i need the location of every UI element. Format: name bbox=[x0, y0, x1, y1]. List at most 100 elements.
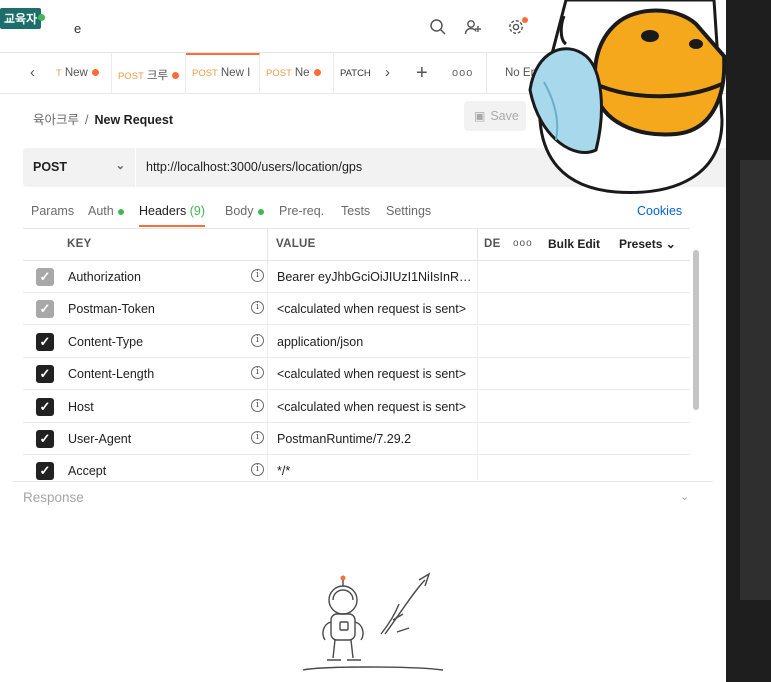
tab-new-1[interactable]: T New bbox=[50, 53, 112, 94]
enable-header-checkbox[interactable]: ✓ bbox=[36, 300, 54, 319]
header-key[interactable]: Postman-Token bbox=[68, 302, 155, 316]
column-divider bbox=[477, 229, 478, 261]
status-dot bbox=[117, 208, 124, 215]
table-header: KEY VALUE DES ooo Bulk Edit Presets ⌄ bbox=[23, 229, 690, 261]
header-key[interactable]: Content-Type bbox=[68, 335, 143, 349]
collapse-chevron-icon[interactable]: ⌄ bbox=[680, 490, 689, 503]
table-scrollbar[interactable] bbox=[693, 250, 699, 410]
more-tabs-icon[interactable]: ooo bbox=[452, 67, 473, 79]
header-value[interactable]: */* bbox=[277, 464, 473, 478]
presets-dropdown[interactable]: Presets ⌄ bbox=[619, 237, 676, 251]
breadcrumb: 육아크루 / New Request bbox=[33, 109, 173, 128]
tab-scroll-right-icon[interactable]: › bbox=[385, 64, 390, 81]
method-value: POST bbox=[33, 160, 68, 174]
tab-scroll-left-icon[interactable]: ‹ bbox=[30, 64, 35, 81]
header-key[interactable]: Host bbox=[68, 400, 94, 414]
breadcrumb-current-request[interactable]: New Request bbox=[95, 113, 174, 127]
header-value[interactable]: <calculated when request is sent> bbox=[277, 302, 473, 316]
unsaved-dot bbox=[313, 69, 321, 77]
column-divider bbox=[267, 261, 268, 293]
table-options-icon[interactable]: ooo bbox=[513, 238, 533, 249]
header-value[interactable]: <calculated when request is sent> bbox=[277, 400, 473, 414]
method-dropdown[interactable]: POST ⌄ bbox=[23, 148, 135, 187]
enable-header-checkbox[interactable]: ✓ bbox=[36, 397, 54, 416]
header-value[interactable]: Bearer eyJhbGciOiJIUzI1NiIsInR5... bbox=[277, 270, 473, 284]
tab-new-3[interactable]: POST Ne bbox=[260, 53, 334, 94]
table-row: ✓ Host i <calculated when request is sent> bbox=[23, 390, 690, 423]
tab-title: New bbox=[64, 67, 88, 79]
header-value[interactable]: PostmanRuntime/7.29.2 bbox=[277, 432, 473, 446]
tab-body[interactable]: Body bbox=[225, 204, 264, 218]
info-icon[interactable]: i bbox=[251, 301, 264, 315]
column-divider bbox=[267, 390, 268, 423]
enable-header-checkbox[interactable]: ✓ bbox=[36, 462, 54, 480]
enable-header-checkbox[interactable]: ✓ bbox=[36, 268, 54, 286]
info-icon[interactable]: i bbox=[251, 333, 264, 347]
tab-patch[interactable]: PATCH bbox=[334, 53, 378, 94]
header-key[interactable]: Content-Length bbox=[68, 367, 154, 381]
settings-icon[interactable] bbox=[506, 17, 528, 38]
tab-title: New I bbox=[220, 67, 251, 79]
column-value: VALUE bbox=[276, 238, 316, 250]
tab-tests[interactable]: Tests bbox=[341, 204, 370, 218]
info-icon[interactable]: i bbox=[251, 463, 264, 477]
add-user-icon[interactable] bbox=[463, 18, 483, 38]
column-divider bbox=[477, 455, 478, 480]
column-divider bbox=[267, 455, 268, 480]
tab-headers[interactable]: Headers (9) bbox=[139, 204, 206, 227]
tab-method: T bbox=[56, 68, 62, 79]
new-tab-plus-icon[interactable]: + bbox=[416, 62, 428, 85]
column-key: KEY bbox=[67, 238, 92, 250]
tab-headers-label: Headers bbox=[139, 204, 187, 218]
header-key[interactable]: Accept bbox=[68, 464, 106, 478]
tab-auth[interactable]: Auth bbox=[88, 204, 124, 218]
column-divider bbox=[477, 390, 478, 423]
column-divider bbox=[477, 293, 478, 326]
tab-title: Ne bbox=[294, 67, 310, 79]
breadcrumb-collection[interactable]: 육아크루 bbox=[33, 113, 79, 127]
search-icon[interactable] bbox=[428, 18, 448, 38]
column-description: DES bbox=[484, 238, 500, 250]
educator-badge: 교육자 bbox=[0, 8, 42, 29]
tab-pre-request[interactable]: Pre-req. bbox=[279, 204, 324, 218]
response-title: Response bbox=[23, 490, 84, 505]
info-icon[interactable]: i bbox=[251, 431, 264, 444]
unsaved-dot bbox=[172, 72, 180, 80]
header-value[interactable]: application/json bbox=[277, 335, 473, 349]
save-disk-icon: ▣ bbox=[474, 109, 486, 123]
table-row: ✓ Postman-Token i <calculated when request … bbox=[23, 293, 690, 326]
save-label: Save bbox=[490, 109, 519, 123]
side-panel-card bbox=[740, 160, 771, 600]
cookies-link[interactable]: Cookies bbox=[637, 204, 682, 218]
unsaved-dot bbox=[91, 69, 99, 77]
enable-header-checkbox[interactable]: ✓ bbox=[36, 332, 54, 351]
table-row: ✓ Content-Length i <calculated when request… bbox=[23, 358, 690, 391]
info-icon[interactable]: i bbox=[251, 398, 264, 412]
enable-header-checkbox[interactable]: ✓ bbox=[36, 430, 54, 448]
side-panel-background bbox=[726, 0, 771, 682]
header-key[interactable]: Authorization bbox=[68, 270, 141, 284]
astronaut-illustration bbox=[291, 570, 451, 682]
tab-params[interactable]: Params bbox=[31, 204, 74, 218]
column-divider bbox=[267, 325, 268, 358]
chevron-down-icon: ⌄ bbox=[115, 160, 125, 172]
column-divider bbox=[267, 229, 268, 261]
info-icon[interactable]: i bbox=[251, 269, 264, 282]
save-button[interactable]: ▣ Save bbox=[464, 101, 526, 131]
header-value[interactable]: <calculated when request is sent> bbox=[277, 367, 473, 381]
tab-method: POST bbox=[266, 68, 292, 79]
enable-header-checkbox[interactable]: ✓ bbox=[36, 365, 54, 384]
status-dot bbox=[257, 208, 264, 215]
column-divider bbox=[477, 261, 478, 293]
table-row: ✓ Content-Type i application/json bbox=[23, 325, 690, 358]
column-divider bbox=[267, 423, 268, 455]
header-key[interactable]: User-Agent bbox=[68, 432, 131, 446]
headers-table: KEY VALUE DES ooo Bulk Edit Presets ⌄ ✓ A… bbox=[23, 228, 690, 480]
tab-body-label: Body bbox=[225, 204, 254, 218]
info-icon[interactable]: i bbox=[251, 366, 264, 380]
bulk-edit-button[interactable]: Bulk Edit bbox=[548, 237, 600, 251]
tab-settings[interactable]: Settings bbox=[386, 204, 431, 218]
tab-new-request-active[interactable]: POST New I bbox=[186, 53, 260, 94]
headers-count: (9) bbox=[189, 204, 206, 218]
tab-crew[interactable]: POST 크루 bbox=[112, 53, 186, 94]
